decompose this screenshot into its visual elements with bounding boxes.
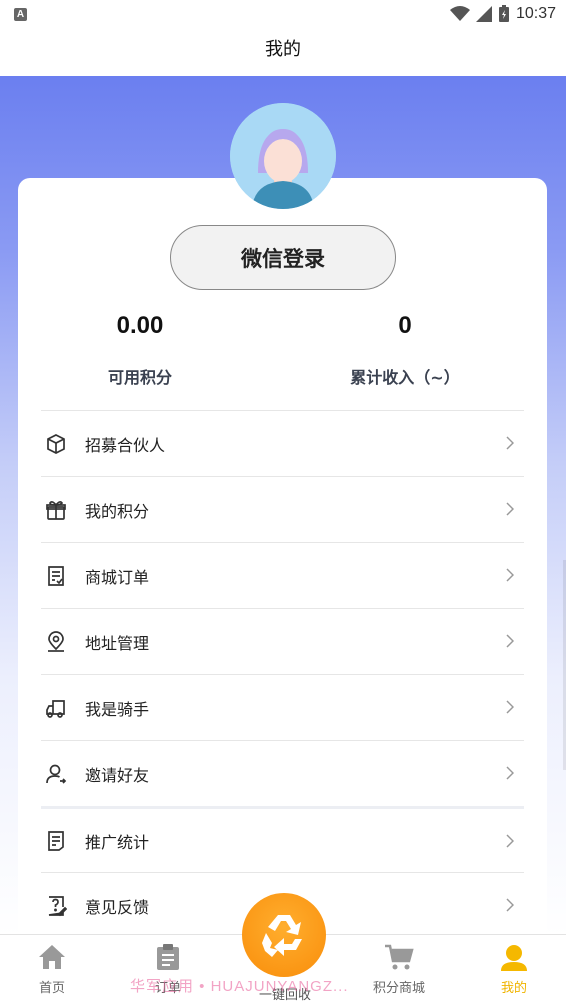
menu-item-label: 邀请好友 [85,765,150,785]
chevron-right-icon [502,498,518,520]
menu-item-label: 推广统计 [85,832,150,852]
tab-mine-label: 我的 [500,981,527,996]
default-avatar-icon [230,103,336,209]
menu-item-rider[interactable]: 我是骑手 [41,674,524,740]
gift-icon [43,497,69,523]
menu-item-mall-orders[interactable]: 商城订单 [41,542,524,608]
clipboard-icon [157,944,179,970]
watermark: 华军应用 • HUAJUNYANGZ... [130,978,349,995]
menu-item-my-points[interactable]: 我的积分 [41,476,524,542]
home-icon [39,945,65,969]
page-title: 我的 [265,39,301,60]
menu-item-invite-friends[interactable]: 邀请好友 [41,740,524,806]
chevron-right-icon [502,696,518,718]
box-icon [43,431,69,457]
invite-user-icon [43,761,69,787]
menu-item-label: 商城订单 [85,567,150,587]
app-notification-icon: A [14,8,27,21]
points-label: 可用积分 [107,368,172,387]
battery-icon [498,5,509,22]
menu-item-address[interactable]: 地址管理 [41,608,524,674]
recycle-icon [262,915,302,957]
user-icon [501,945,527,971]
signal-icon [475,6,492,22]
menu-item-label: 招募合伙人 [85,435,166,455]
income-label: 累计收入（~） [350,368,460,387]
avatar[interactable] [230,103,336,209]
chevron-right-icon [502,564,518,586]
menu-item-label: 我的积分 [85,501,150,521]
chevron-right-icon [502,894,518,916]
location-pin-icon [43,629,69,655]
income-stat[interactable]: 0 累计收入（~） [330,312,480,388]
status-icons: 10:37 [449,5,556,23]
wechat-login-button[interactable]: 微信登录 [170,225,396,290]
tab-mine[interactable]: 我的 [474,943,554,996]
cart-icon [385,944,414,970]
wifi-icon [449,6,470,21]
chevron-right-icon [502,762,518,784]
chevron-right-icon [502,830,518,852]
points-stat[interactable]: 0.00 可用积分 [80,312,200,388]
feedback-icon [43,893,69,919]
income-value: 0 [398,312,412,339]
chevron-right-icon [502,432,518,454]
stats-document-icon [43,828,69,854]
nav-bar: 我的 [0,30,566,76]
menu-item-recruit-partner[interactable]: 招募合伙人 [41,410,524,476]
one-click-recycle-button[interactable] [242,893,326,977]
menu-list: 招募合伙人 我的积分 商城订单 地址管理 我是骑手 邀请好友 推广统计 意见反馈 [41,410,524,938]
tab-home-label: 首页 [38,981,65,996]
points-value: 0.00 [116,312,164,339]
status-bar: A 10:37 [0,0,566,30]
menu-item-label: 我是骑手 [85,699,150,719]
menu-item-label: 意见反馈 [85,897,150,917]
menu-item-label: 地址管理 [85,633,150,653]
tab-home[interactable]: 首页 [12,943,92,996]
order-list-icon [43,563,69,589]
menu-item-promotion-stats[interactable]: 推广统计 [41,806,524,872]
chevron-right-icon [502,630,518,652]
delivery-truck-icon [43,695,69,721]
clock-time: 10:37 [515,5,556,22]
